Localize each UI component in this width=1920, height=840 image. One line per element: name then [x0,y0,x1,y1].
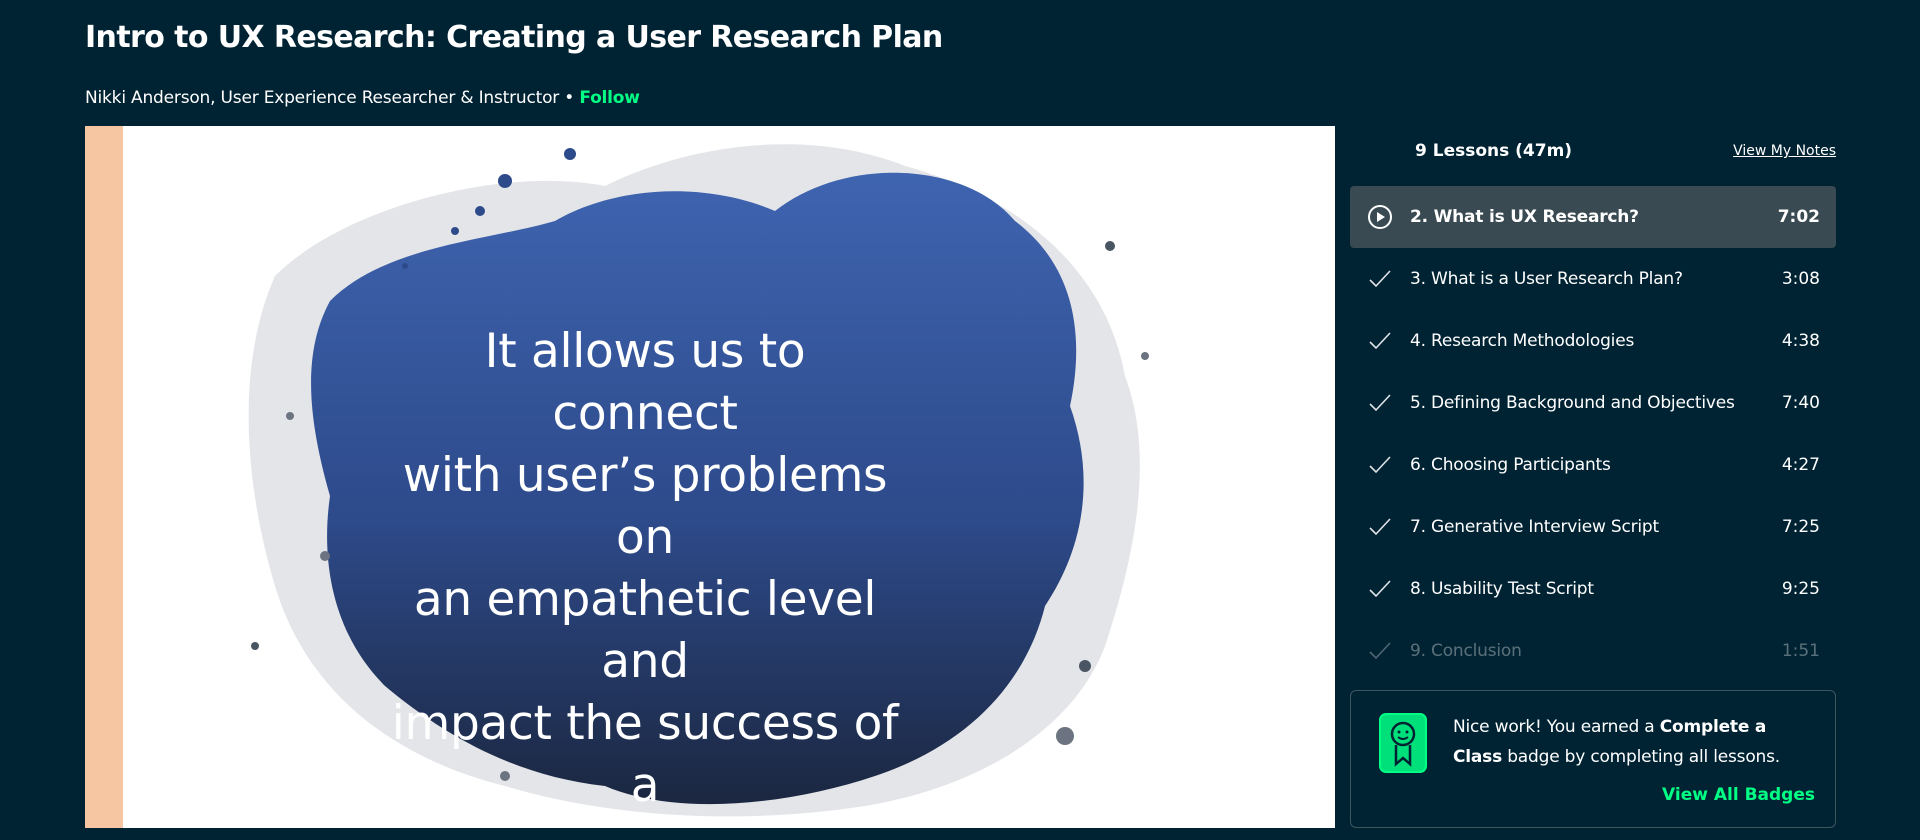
view-all-badges-link[interactable]: View All Badges [1662,785,1815,805]
checkmark-icon [1350,517,1410,537]
lesson-duration: 9:25 [1781,579,1820,599]
badge-text-part: Nice work! You earned a [1453,717,1660,737]
lessons-header: 9 Lessons (47m) View My Notes [1350,126,1836,176]
lesson-item-2[interactable]: 2. What is UX Research? 7:02 [1350,186,1836,248]
byline-separator: • [564,88,575,108]
lesson-title: 8. Usability Test Script [1410,579,1594,599]
lesson-duration: 4:27 [1781,455,1820,475]
lesson-title: 7. Generative Interview Script [1410,517,1659,537]
lesson-title: 6. Choosing Participants [1410,455,1611,475]
slide-quote: It allows us to connect with user’s prob… [385,321,915,828]
lesson-item-7[interactable]: 7. Generative Interview Script 7:25 [1350,496,1836,558]
slide-line: It allows us to connect [484,324,806,441]
lesson-title: 3. What is a User Research Plan? [1410,269,1683,289]
lesson-item-8[interactable]: 8. Usability Test Script 9:25 [1350,558,1836,620]
lesson-list: 2. What is UX Research? 7:02 3. What is … [1350,186,1836,682]
checkmark-icon [1350,269,1410,289]
checkmark-icon [1350,393,1410,413]
instructor-name[interactable]: Nikki Anderson, User Experience Research… [85,88,559,108]
checkmark-icon [1350,331,1410,351]
view-notes-link[interactable]: View My Notes [1733,143,1836,159]
slide-line: with user’s problems on [402,448,888,565]
lesson-duration: 3:08 [1781,269,1820,289]
badge-text-part: badge by completing all lessons. [1502,747,1780,767]
play-circle-icon [1350,204,1410,230]
checkmark-icon [1350,579,1410,599]
instructor-byline: Nikki Anderson, User Experience Research… [85,88,943,108]
lesson-item-4[interactable]: 4. Research Methodologies 4:38 [1350,310,1836,372]
video-player[interactable]: It allows us to connect with user’s prob… [85,126,1335,828]
lesson-title: 4. Research Methodologies [1410,331,1635,351]
badge-ribbon-icon [1378,712,1428,778]
lesson-title: 5. Defining Background and Objectives [1410,393,1735,413]
lesson-item-9[interactable]: 9. Conclusion 1:51 [1350,620,1836,682]
badge-earned-card: Nice work! You earned a Complete a Class … [1350,690,1836,828]
lesson-duration: 7:40 [1781,393,1820,413]
badge-name-part: Complete a [1659,717,1767,737]
lesson-item-5[interactable]: 5. Defining Background and Objectives 7:… [1350,372,1836,434]
lesson-duration: 4:38 [1781,331,1820,351]
course-title: Intro to UX Research: Creating a User Re… [85,20,943,55]
lesson-duration: 7:02 [1777,207,1820,227]
lesson-title: 9. Conclusion [1410,641,1522,661]
slide-line: impact the success of a [391,696,899,813]
slide-line: design/product/service [385,817,915,828]
checkmark-icon [1350,455,1410,475]
lesson-duration: 7:25 [1781,517,1820,537]
lesson-duration: 1:51 [1781,641,1820,661]
lesson-title: 2. What is UX Research? [1410,207,1639,227]
checkmark-icon [1350,641,1410,661]
lesson-item-3[interactable]: 3. What is a User Research Plan? 3:08 [1350,248,1836,310]
follow-button[interactable]: Follow [579,88,640,108]
lessons-sidebar: 9 Lessons (47m) View My Notes 2. What is… [1350,126,1836,828]
lessons-count: 9 Lessons (47m) [1415,141,1573,161]
lesson-item-6[interactable]: 6. Choosing Participants 4:27 [1350,434,1836,496]
badge-message: Nice work! You earned a Complete a Class … [1453,712,1823,772]
course-header: Intro to UX Research: Creating a User Re… [85,18,943,108]
slide-line: an empathetic level and [413,572,877,689]
badge-name-part: Class [1453,747,1503,767]
